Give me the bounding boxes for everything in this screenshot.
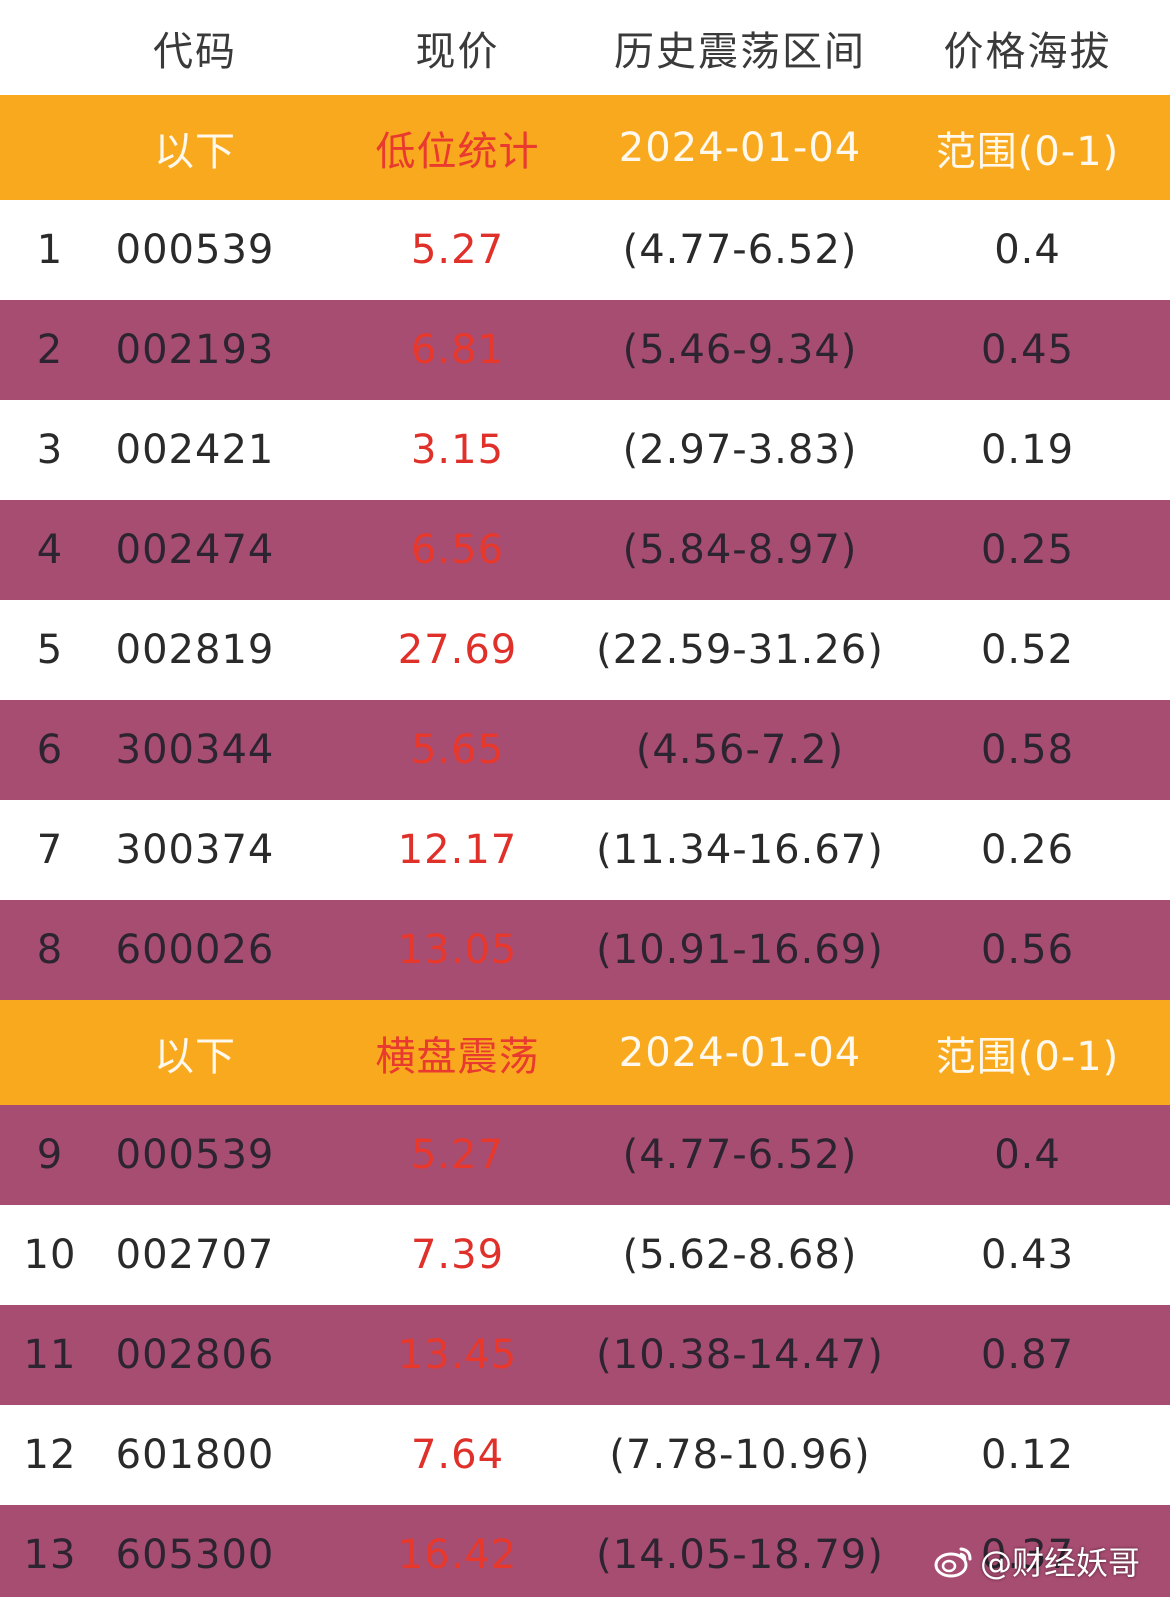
- row-index: 1: [36, 227, 64, 273]
- row-altitude: 0.19: [980, 427, 1075, 473]
- row-code: 000539: [115, 227, 275, 273]
- header-code: 代码: [153, 28, 237, 75]
- section-label-left: 以下: [154, 1033, 236, 1080]
- table-row: 1 000539 5.27 (4.77-6.52) 0.4: [0, 200, 1170, 300]
- row-code: 000539: [115, 1132, 275, 1178]
- row-index: 2: [36, 327, 64, 373]
- row-altitude: 0.58: [980, 727, 1075, 773]
- column-header-row: 代码 现价 历史震荡区间 价格海拔: [0, 0, 1170, 95]
- row-range: (10.38-14.47): [596, 1332, 884, 1378]
- row-price: 12.17: [397, 827, 518, 873]
- row-price: 6.56: [410, 527, 505, 573]
- row-altitude: 0.4: [994, 1132, 1061, 1178]
- row-index: 11: [23, 1332, 77, 1378]
- section-header-low-position: 以下 低位统计 2024-01-04 范围(0-1): [0, 95, 1170, 200]
- row-range: (7.78-10.96): [609, 1432, 871, 1478]
- row-code: 300374: [115, 827, 275, 873]
- row-altitude: 0.87: [980, 1332, 1075, 1378]
- row-index: 10: [23, 1232, 77, 1278]
- row-range: (5.62-8.68): [622, 1232, 858, 1278]
- row-index: 13: [23, 1532, 77, 1578]
- row-code: 002819: [115, 627, 275, 673]
- row-range: (10.91-16.69): [596, 927, 884, 973]
- table-row: 4 002474 6.56 (5.84-8.97) 0.25: [0, 500, 1170, 600]
- row-range: (14.05-18.79): [596, 1532, 884, 1578]
- section-range-label: 范围(0-1): [935, 128, 1120, 175]
- row-index: 4: [36, 527, 64, 573]
- row-price: 5.65: [410, 727, 505, 773]
- row-price: 16.42: [397, 1532, 518, 1578]
- table-row: 12 601800 7.64 (7.78-10.96) 0.12: [0, 1405, 1170, 1505]
- table-row: 8 600026 13.05 (10.91-16.69) 0.56: [0, 900, 1170, 1000]
- row-price: 6.81: [410, 327, 505, 373]
- row-index: 9: [36, 1132, 64, 1178]
- row-altitude: 0.56: [980, 927, 1075, 973]
- row-altitude: 0.12: [980, 1432, 1075, 1478]
- section-title: 横盘震荡: [375, 1033, 540, 1080]
- row-code: 002806: [115, 1332, 275, 1378]
- weibo-icon: [934, 1544, 974, 1578]
- row-index: 7: [36, 827, 64, 873]
- row-code: 605300: [115, 1532, 275, 1578]
- section-date: 2024-01-04: [618, 124, 862, 171]
- row-price: 27.69: [397, 627, 518, 673]
- table-row: 11 002806 13.45 (10.38-14.47) 0.87: [0, 1305, 1170, 1405]
- row-range: (5.46-9.34): [622, 327, 858, 373]
- header-range: 历史震荡区间: [614, 28, 866, 75]
- table-row: 10 002707 7.39 (5.62-8.68) 0.43: [0, 1205, 1170, 1305]
- section-date: 2024-01-04: [618, 1029, 862, 1076]
- row-code: 300344: [115, 727, 275, 773]
- header-altitude: 价格海拔: [943, 28, 1112, 75]
- table-row: 3 002421 3.15 (2.97-3.83) 0.19: [0, 400, 1170, 500]
- section-header-sideways: 以下 横盘震荡 2024-01-04 范围(0-1): [0, 1000, 1170, 1105]
- row-range: (4.56-7.2): [635, 727, 845, 773]
- row-range: (5.84-8.97): [622, 527, 858, 573]
- row-price: 5.27: [410, 1132, 505, 1178]
- row-range: (22.59-31.26): [596, 627, 884, 673]
- row-index: 5: [36, 627, 64, 673]
- row-altitude: 0.45: [980, 327, 1075, 373]
- watermark-text: @财经妖哥: [979, 1544, 1140, 1582]
- section-range-label: 范围(0-1): [935, 1033, 1120, 1080]
- table-row: 2 002193 6.81 (5.46-9.34) 0.45: [0, 300, 1170, 400]
- row-range: (11.34-16.67): [596, 827, 884, 873]
- row-price: 5.27: [410, 227, 505, 273]
- row-range: (4.77-6.52): [622, 1132, 858, 1178]
- header-price: 现价: [415, 28, 500, 75]
- row-price: 13.05: [397, 927, 518, 973]
- row-price: 3.15: [410, 427, 505, 473]
- row-altitude: 0.43: [980, 1232, 1075, 1278]
- section-label-left: 以下: [154, 128, 236, 175]
- row-altitude: 0.26: [980, 827, 1075, 873]
- row-code: 002474: [115, 527, 275, 573]
- section-title: 低位统计: [375, 128, 540, 175]
- table-row: 9 000539 5.27 (4.77-6.52) 0.4: [0, 1105, 1170, 1205]
- table-row: 7 300374 12.17 (11.34-16.67) 0.26: [0, 800, 1170, 900]
- row-price: 13.45: [397, 1332, 518, 1378]
- row-index: 3: [36, 427, 64, 473]
- row-code: 601800: [115, 1432, 275, 1478]
- row-altitude: 0.4: [994, 227, 1061, 273]
- row-altitude: 0.25: [980, 527, 1075, 573]
- row-code: 002193: [115, 327, 275, 373]
- watermark: @财经妖哥: [934, 1539, 1140, 1583]
- row-price: 7.39: [410, 1232, 505, 1278]
- row-altitude: 0.52: [980, 627, 1075, 673]
- row-index: 8: [36, 927, 64, 973]
- row-range: (2.97-3.83): [622, 427, 858, 473]
- table-row: 6 300344 5.65 (4.56-7.2) 0.58: [0, 700, 1170, 800]
- row-index: 12: [23, 1432, 77, 1478]
- table-row: 5 002819 27.69 (22.59-31.26) 0.52: [0, 600, 1170, 700]
- row-code: 002707: [115, 1232, 275, 1278]
- row-index: 6: [36, 727, 64, 773]
- row-range: (4.77-6.52): [622, 227, 858, 273]
- row-code: 600026: [115, 927, 275, 973]
- row-code: 002421: [115, 427, 275, 473]
- row-price: 7.64: [410, 1432, 505, 1478]
